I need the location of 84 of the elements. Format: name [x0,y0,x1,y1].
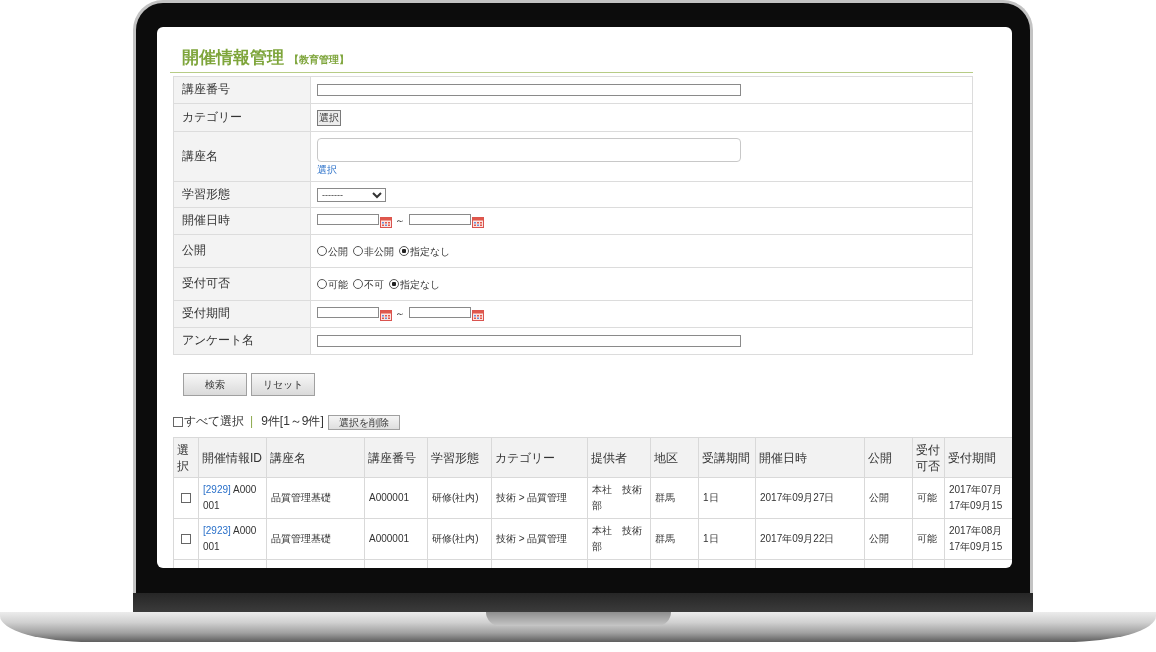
field-label: アンケート名 [173,327,311,355]
select-button[interactable]: 選択 [317,109,341,126]
column-header: 受講期間 [698,437,756,478]
dropdown-field[interactable]: ------- [317,187,386,202]
date-input[interactable] [317,307,379,318]
table-cell: 2017年09月27日 [755,477,865,519]
table-cell: 可能 [912,477,945,519]
page-subtitle: 【教育管理】 [289,53,349,66]
radio-label: 公開 [328,244,348,258]
calendar-icon[interactable] [380,310,392,321]
text-input[interactable] [317,335,741,347]
calendar-icon[interactable] [380,217,392,228]
table-cell: 本社 技術部 [587,477,651,519]
date-input[interactable] [409,214,471,225]
table-cell: 技術 > 品質管理 [491,477,588,519]
column-header: 講座名 [266,437,365,478]
column-header: 受付可否 [912,437,945,478]
range-separator: ～ [395,215,405,226]
date-input[interactable] [409,307,471,318]
page-title: 開催情報管理 [182,47,284,68]
column-header: 講座番号 [364,437,428,478]
result-count: 9件[1～9件] [261,414,324,430]
range-separator: ～ [395,308,405,319]
table-cell: 研修(社内) [427,518,492,560]
table-cell: 品質管理基礎 [266,518,365,560]
radio-button[interactable] [317,246,327,256]
column-header: 選択 [173,437,199,478]
field-label: 講座名 [173,131,311,182]
radio-label: 不可 [364,277,384,291]
select-all-checkbox[interactable] [173,417,183,427]
table-cell: A000001 [364,477,428,519]
delete-selected-button[interactable]: 選択を削除 [327,414,400,430]
event-id-link[interactable]: [2923] [203,525,231,536]
table-cell: 群馬 [650,518,699,560]
reset-button[interactable]: リセット [251,373,315,396]
table-cell: [2929] A000001 [198,477,267,519]
text-input[interactable] [317,84,741,96]
table-cell: 品質管理基礎 [266,477,365,519]
field-label: 開催日時 [173,207,311,235]
search-button[interactable]: 検索 [183,373,247,396]
table-cell: 公開 [864,477,913,519]
radio-label: 指定なし [410,244,450,258]
column-header: 地区 [650,437,699,478]
radio-button[interactable] [353,246,363,256]
table-cell: 群馬 [650,477,699,519]
row-checkbox[interactable] [180,493,191,504]
table-cell: 可能 [912,518,945,560]
row-checkbox[interactable] [180,534,191,545]
field-label: カテゴリー [173,103,311,132]
table-cell: [2923] A000001 [198,518,267,560]
column-header: カテゴリー [491,437,588,478]
event-id-link[interactable]: [2929] [203,484,231,495]
table-cell: 技術 > 品質管理 [491,518,588,560]
select-all-label: すべて選択 [184,414,244,430]
field-label: 学習形態 [173,181,311,208]
radio-button[interactable] [353,279,363,289]
calendar-icon[interactable] [472,217,484,228]
table-cell: 研修(社内) [427,477,492,519]
calendar-icon[interactable] [472,310,484,321]
column-header: 提供者 [587,437,651,478]
radio-button[interactable] [389,279,399,289]
radio-label: 指定なし [400,277,440,291]
field-label: 受付可否 [173,267,311,301]
table-cell: 1日 [698,477,756,519]
date-input[interactable] [317,214,379,225]
column-header: 公開 [864,437,913,478]
radio-button[interactable] [317,279,327,289]
table-cell: A000001 [364,518,428,560]
field-label: 講座番号 [173,76,311,104]
radio-label: 可能 [328,277,348,291]
select-link[interactable]: 選択 [317,163,337,176]
table-cell: 本社 技術部 [587,518,651,560]
column-header: 開催情報ID [198,437,267,478]
table-cell: 1日 [698,518,756,560]
table-cell: 公開 [864,518,913,560]
column-header: 学習形態 [427,437,492,478]
column-header: 開催日時 [755,437,865,478]
field-label: 受付期間 [173,300,311,328]
radio-button[interactable] [399,246,409,256]
field-label: 公開 [173,234,311,268]
radio-label: 非公開 [364,244,394,258]
separator-text: | [250,414,254,430]
column-header: 受付期間 [944,437,1012,478]
table-cell: 2017年09月22日 [755,518,865,560]
